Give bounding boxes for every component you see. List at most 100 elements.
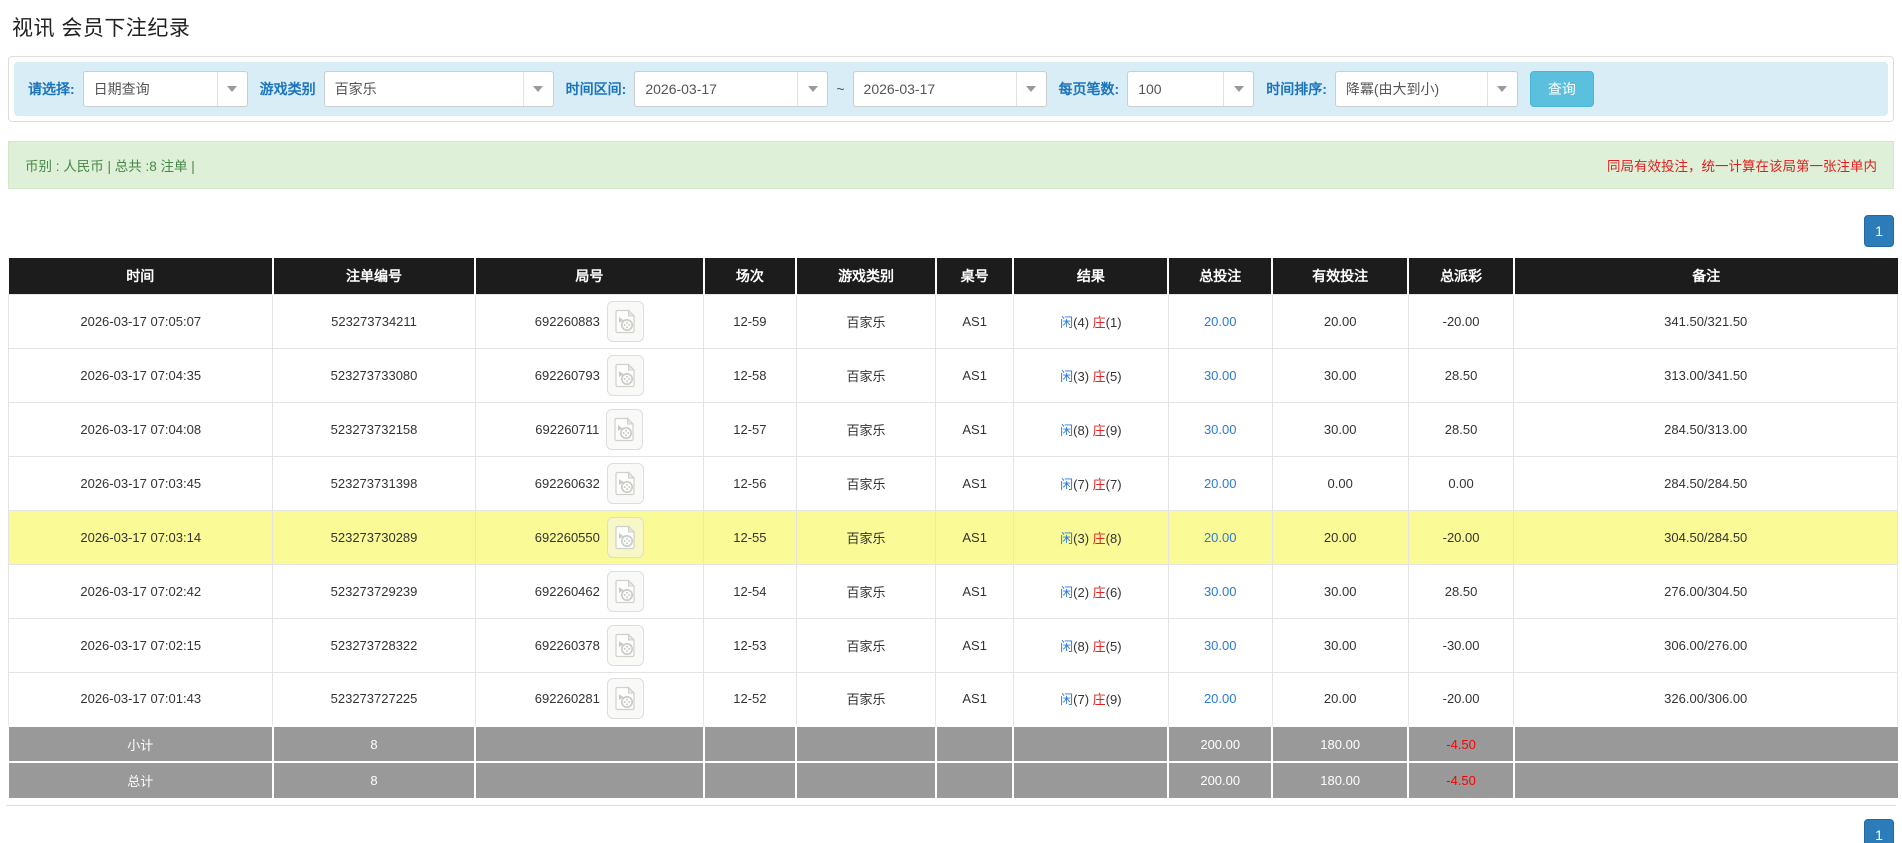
cell-table-no: AS1 [935,455,1014,511]
video-replay-icon [614,416,635,441]
cell-result: 闲(3) 庄(5) [1012,347,1169,403]
cell-note: 284.50/284.50 [1513,455,1898,511]
footer-empty-cell [1513,761,1898,798]
player-count: (7) [1073,692,1093,708]
cell-result: 闲(3) 庄(8) [1012,509,1169,565]
total-bet-link[interactable]: 30.00 [1204,368,1237,383]
cell-round: 692260793 [474,347,705,403]
cell-total-bet: 20.00 [1167,455,1273,511]
video-replay-button[interactable] [606,408,644,450]
cell-payout: 0.00 [1407,455,1515,511]
cell-table-no: AS1 [935,509,1014,565]
pagination-bottom: 1 [8,819,1894,843]
game-type-label: 游戏类别 [259,81,316,97]
round-number: 692260711 [535,421,600,437]
cell-bet-id: 523273729239 [272,563,476,619]
header-valid-bet: 有效投注 [1272,258,1410,294]
total-bet-link[interactable]: 20.00 [1204,476,1237,491]
video-replay-button[interactable] [606,624,644,666]
cell-total-bet: 20.00 [1167,293,1273,349]
total-bet-link[interactable]: 30.00 [1204,584,1237,599]
cell-table-no: AS1 [935,563,1014,619]
cell-payout: -20.00 [1407,509,1515,565]
chevron-down-icon [216,72,247,106]
chevron-down-icon [1486,72,1517,106]
page-1-button[interactable]: 1 [1864,215,1894,247]
banker-count: (9) [1105,422,1122,438]
time-sort-select[interactable]: 降冪(由大到小) [1334,71,1518,107]
cell-round: 692260883 [474,293,705,349]
total-bet-link[interactable]: 30.00 [1204,638,1237,653]
footer-empty-cell [1513,725,1898,762]
footer-valid-bet: 180.00 [1272,761,1410,798]
cell-total-bet: 20.00 [1167,671,1273,727]
cell-result: 闲(7) 庄(9) [1012,671,1169,727]
total-bet-link[interactable]: 20.00 [1204,530,1237,545]
cell-time: 2026-03-17 07:03:14 [7,509,274,565]
date-from-select[interactable]: 2026-03-17 [634,71,829,107]
total-bet-link[interactable]: 20.00 [1204,314,1237,329]
bottom-divider [6,805,1896,806]
banker-label: 庄 [1092,314,1106,330]
cell-game-type: 百家乐 [795,401,937,457]
banker-count: (5) [1105,638,1122,654]
footer-empty-cell [475,761,705,798]
search-button[interactable]: 查询 [1529,71,1594,107]
cell-round: 692260550 [474,509,705,565]
cell-round: 692260711 [474,401,705,457]
cell-payout: -20.00 [1407,293,1515,349]
banker-label: 庄 [1092,476,1106,492]
footer-empty-cell [703,725,798,762]
query-type-label: 请选择: [28,81,75,97]
video-replay-button[interactable] [606,462,644,504]
table-row: 2026-03-17 07:03:14 523273730289 692260550… [7,509,1898,565]
player-label: 闲 [1060,368,1074,384]
cell-game-type: 百家乐 [795,563,937,619]
cell-session: 12-52 [703,671,797,727]
cell-result: 闲(2) 庄(6) [1012,563,1169,619]
video-replay-icon [615,308,636,333]
cell-note: 326.00/306.00 [1513,671,1898,727]
range-separator: ~ [836,81,845,97]
cell-table-no: AS1 [935,617,1014,673]
player-count: (2) [1073,584,1093,600]
video-replay-button[interactable] [606,354,644,396]
video-replay-button[interactable] [606,570,644,612]
player-count: (4) [1073,314,1093,330]
player-count: (8) [1073,638,1093,654]
banker-count: (6) [1105,584,1122,600]
cell-bet-id: 523273732158 [272,401,476,457]
total-bet-link[interactable]: 30.00 [1204,422,1237,437]
footer-empty-cell [935,761,1015,798]
banker-label: 庄 [1092,692,1106,708]
game-type-select[interactable]: 百家乐 [323,71,554,107]
footer-count: 8 [272,725,477,762]
query-type-select[interactable]: 日期查询 [82,71,248,107]
table-row: 2026-03-17 07:02:42 523273729239 692260462… [7,563,1898,619]
cell-valid-bet: 30.00 [1271,347,1409,403]
cell-bet-id: 523273734211 [272,293,476,349]
cell-table-no: AS1 [935,671,1014,727]
cell-time: 2026-03-17 07:05:07 [7,293,274,349]
header-result: 结果 [1013,258,1170,294]
video-replay-button[interactable] [606,678,644,720]
chevron-down-icon [1015,72,1046,106]
footer-valid-bet: 180.00 [1272,725,1410,762]
cell-session: 12-53 [703,617,797,673]
video-replay-button[interactable] [606,516,644,558]
page-1-button[interactable]: 1 [1864,819,1894,843]
player-label: 闲 [1060,530,1074,546]
banker-label: 庄 [1092,584,1106,600]
banker-label: 庄 [1092,368,1106,384]
cell-session: 12-59 [703,293,797,349]
header-total-bet: 总投注 [1168,258,1274,294]
cell-result: 闲(8) 庄(9) [1012,401,1169,457]
header-round: 局号 [475,258,705,294]
currency-summary-text: 币别 : 人民币 | 总共 :8 注单 | [25,159,195,174]
cell-bet-id: 523273727225 [272,671,476,727]
total-bet-link[interactable]: 20.00 [1204,691,1237,706]
date-to-select[interactable]: 2026-03-17 [852,71,1047,107]
page-size-select[interactable]: 100 [1127,71,1255,107]
game-type-value: 百家乐 [334,81,377,97]
video-replay-button[interactable] [606,300,644,342]
